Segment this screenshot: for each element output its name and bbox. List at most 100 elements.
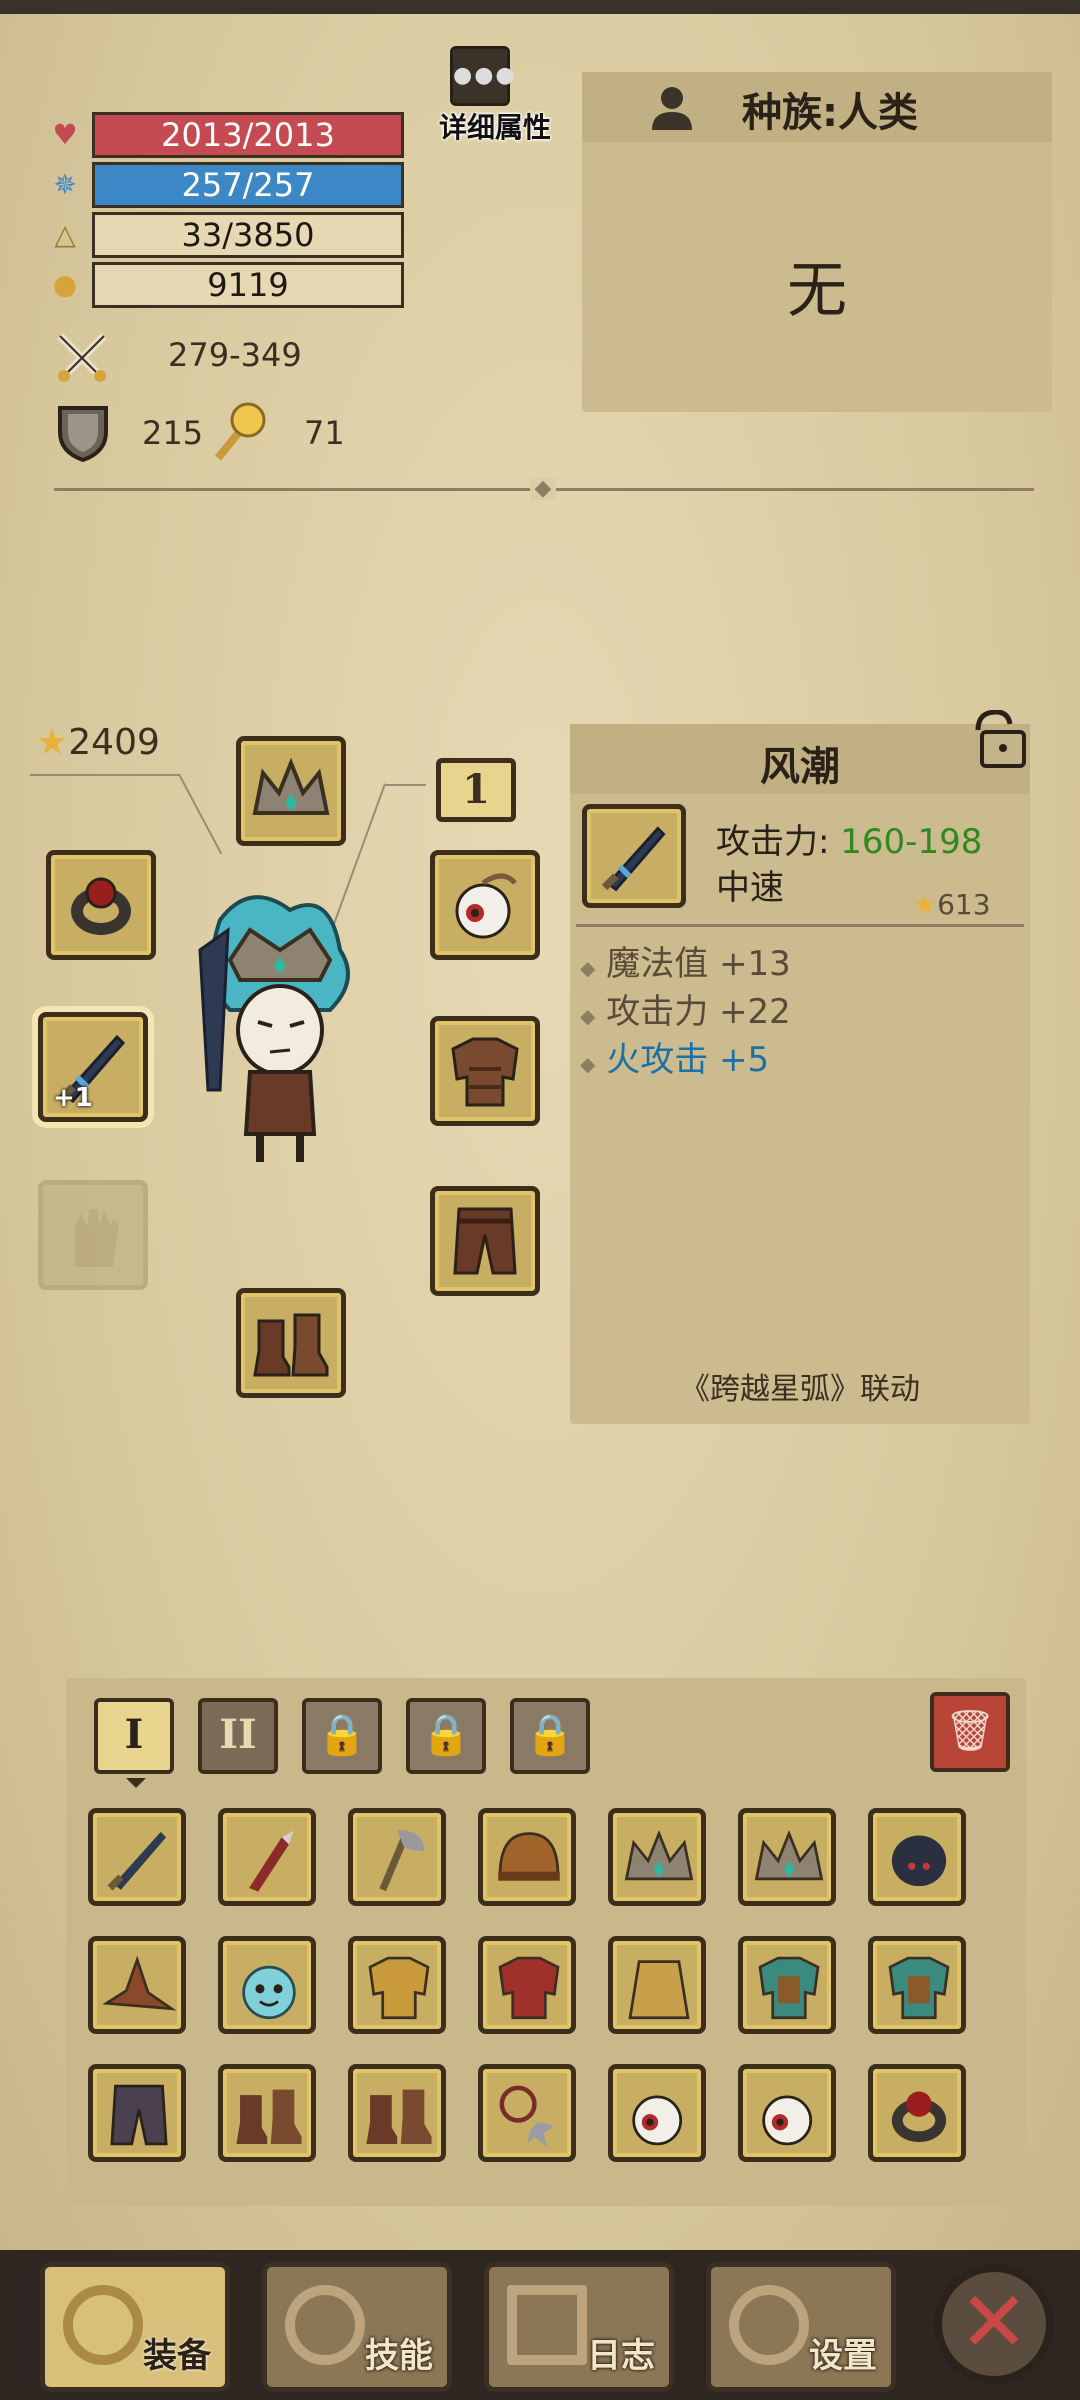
lock-icon: 🔒 (421, 1711, 471, 1758)
lock-icon: 🔒 (525, 1711, 575, 1758)
star-icon: ★ (912, 888, 938, 921)
collab-text: 《跨越星弧》联动 (680, 1372, 920, 1407)
race-title: 种族:人类 (742, 90, 918, 136)
mp-row: ✵ 257/257 (48, 162, 404, 208)
item-attribute-row: ◆ 魔法值 +13 (580, 936, 791, 985)
inventory-item-crown[interactable] (608, 1808, 706, 1906)
bullet-icon: ◆ (580, 1052, 596, 1076)
hp-row: ♥ 2013/2013 (48, 112, 404, 158)
inventory-item-crown[interactable] (738, 1808, 836, 1906)
guide-line (386, 784, 426, 786)
item-score: 613 (937, 888, 991, 921)
inventory-tab-locked[interactable]: 🔒 (302, 1698, 382, 1774)
guide-line (30, 774, 180, 776)
ring-slot[interactable] (46, 850, 156, 960)
inventory-item-eyeball[interactable] (738, 2064, 836, 2162)
inventory-item-red-armor[interactable] (478, 1936, 576, 2034)
inventory-item-spear[interactable] (218, 1808, 316, 1906)
inventory-item-boots[interactable] (348, 2064, 446, 2162)
crossed-swords-icon (52, 328, 112, 388)
attr-label: 魔法值 (606, 944, 709, 984)
exp-triangle-icon: △ (54, 218, 76, 251)
witch-hat-icon (102, 1955, 177, 2011)
inventory-panel: I II 🔒 🔒 🔒 🗑 (66, 1678, 1026, 2206)
inventory-item-slime-pet[interactable] (218, 1936, 316, 2034)
armor-slot[interactable] (430, 1016, 540, 1126)
nav-log[interactable]: 日志 (484, 2262, 674, 2392)
inventory-item-teal-armor[interactable] (738, 1936, 836, 2034)
close-button[interactable]: ✕ (934, 2264, 1054, 2384)
item-attack-value: 160-198 (840, 822, 983, 862)
divider-ornament-icon: ◆ (530, 478, 556, 500)
attr-value: +22 (719, 992, 791, 1032)
eyeball-amulet-slot[interactable] (430, 850, 540, 960)
unlock-icon[interactable] (968, 709, 1028, 770)
power-row: ★2409 (36, 722, 160, 763)
inventory-item-dark-pants[interactable] (88, 2064, 186, 2162)
inventory-item-sword[interactable] (88, 1808, 186, 1906)
detail-attributes-label[interactable]: 详细属性 (420, 106, 570, 146)
boots-slot[interactable] (236, 1288, 346, 1398)
weapon-upgrade-badge: +1 (53, 1083, 93, 1113)
item-score-row: ★613 (912, 888, 991, 921)
inventory-item-helmet[interactable] (478, 1808, 576, 1906)
lock-icon: 🔒 (317, 1711, 367, 1758)
eyeball-icon (632, 2095, 683, 2146)
crown-icon (754, 1830, 824, 1881)
red-armor-icon (498, 1956, 560, 2020)
attr-value: +5 (719, 1040, 770, 1080)
race-panel: 种族:人类 无 (582, 72, 1052, 412)
nav-settings[interactable]: 设置 (706, 2262, 896, 2392)
trash-button[interactable]: 🗑 (930, 1692, 1010, 1772)
top-border (0, 0, 1080, 14)
race-trait-value: 无 (787, 256, 847, 326)
nav-skills-label: 技能 (365, 2336, 433, 2376)
inventory-item-axe[interactable] (348, 1808, 446, 1906)
weapon-slot[interactable]: +1 (38, 1012, 148, 1122)
inventory-item-eyeball[interactable] (608, 2064, 706, 2162)
inventory-item-spider-helmet[interactable] (868, 1808, 966, 1906)
hp-bar: 2013/2013 (92, 112, 404, 158)
gold-bar: 9119 (92, 262, 404, 308)
pants-slot[interactable] (430, 1186, 540, 1296)
inventory-item-ring[interactable] (868, 2064, 966, 2162)
nav-settings-label: 设置 (809, 2336, 877, 2376)
inventory-item-chain-flail[interactable] (478, 2064, 576, 2162)
inventory-tab-locked[interactable]: 🔒 (406, 1698, 486, 1774)
inventory-tab-2[interactable]: II (198, 1698, 278, 1774)
nav-skills[interactable]: 技能 (262, 2262, 452, 2392)
nav-equipment[interactable]: 装备 (40, 2262, 230, 2392)
detail-attributes-button[interactable]: ●●● (450, 46, 515, 106)
item-name: 风潮 (760, 744, 840, 790)
log-icon (507, 2285, 587, 2365)
empty-glove-slot[interactable] (38, 1180, 148, 1290)
mp-bar: 257/257 (92, 162, 404, 208)
exp-bar: 33/3850 (92, 212, 404, 258)
heart-icon: ♥ (52, 118, 78, 151)
defense-value: 215 (142, 414, 204, 452)
axe-icon (379, 1830, 425, 1892)
crown-icon (624, 1830, 694, 1881)
item-attribute-row: ◆ 攻击力 +22 (580, 984, 791, 1033)
inventory-item-witch-hat[interactable] (88, 1936, 186, 2034)
sword-icon (107, 1831, 167, 1891)
inventory-tab-locked[interactable]: 🔒 (510, 1698, 590, 1774)
dark-pants-icon (110, 2084, 168, 2146)
helmet-icon (498, 1832, 560, 1881)
person-icon (650, 84, 694, 132)
magic-staff-icon (208, 400, 268, 464)
gold-row: ● 9119 (48, 262, 404, 308)
inventory-tab-1[interactable]: I (94, 1698, 174, 1774)
teal-armor-icon (758, 1956, 820, 2020)
item-attack-line: 攻击力: 160-198 (716, 814, 982, 863)
inventory-item-straw-cape[interactable] (608, 1936, 706, 2034)
character-sprite (180, 890, 380, 1170)
crown-slot[interactable] (236, 736, 346, 846)
inventory-item-boots[interactable] (218, 2064, 316, 2162)
active-tab-indicator (126, 1778, 146, 1788)
inventory-item-golden-armor[interactable] (348, 1936, 446, 2034)
eyeball-icon (762, 2095, 813, 2146)
inventory-item-teal-armor[interactable] (868, 1936, 966, 2034)
trash-icon: 🗑 (944, 1708, 996, 1754)
attr-value: +13 (719, 944, 791, 984)
